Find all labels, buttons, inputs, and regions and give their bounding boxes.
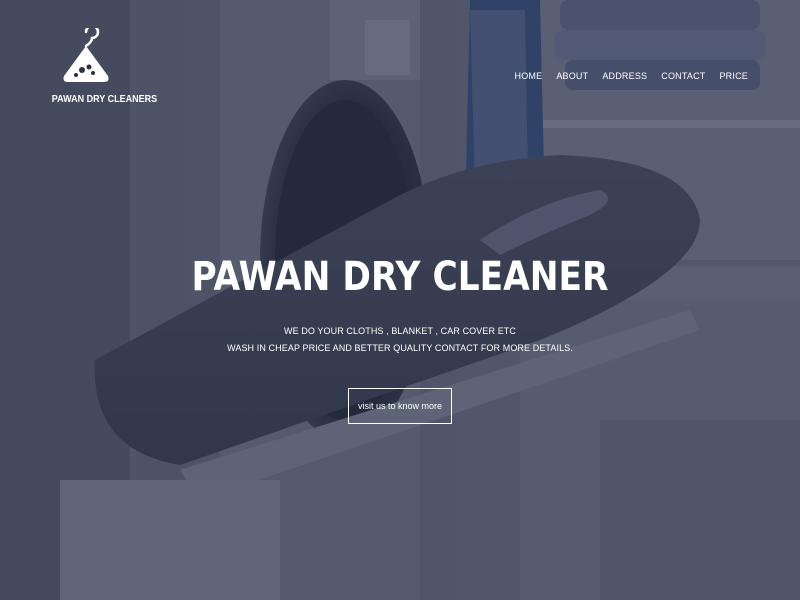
nav-address[interactable]: ADDRESS: [602, 71, 647, 81]
brand-logo[interactable]: PAWAN DRY CLEANERS: [48, 28, 158, 105]
hero-title: PAWAN DRY CLEANER: [191, 254, 609, 300]
visit-us-button[interactable]: visit us to know more: [348, 388, 452, 424]
nav-about[interactable]: ABOUT: [556, 71, 588, 81]
nav-price[interactable]: PRICE: [719, 71, 748, 81]
nav-home[interactable]: HOME: [515, 71, 543, 81]
hero-section: PAWAN DRY CLEANERS HOME ABOUT ADDRESS CO…: [0, 0, 800, 600]
nav-contact[interactable]: CONTACT: [661, 71, 705, 81]
hero-description-line-2: WASH IN CHEAP PRICE AND BETTER QUALITY C…: [227, 343, 573, 353]
hanger-icon: [63, 28, 109, 82]
hero-description-line-1: WE DO YOUR CLOTHS , BLANKET , CAR COVER …: [283, 326, 516, 336]
main-nav: HOME ABOUT ADDRESS CONTACT PRICE: [515, 71, 749, 81]
brand-name: PAWAN DRY CLEANERS: [51, 94, 158, 105]
